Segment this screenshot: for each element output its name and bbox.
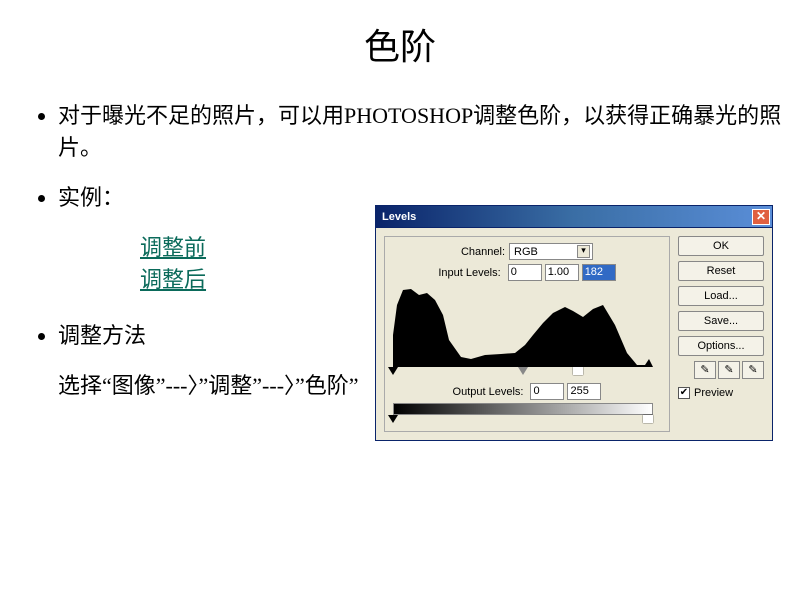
ok-button[interactable]: OK [678,236,764,256]
white-eyedropper-icon[interactable]: ✎ [742,361,764,379]
input-level-low[interactable]: 0 [508,264,542,281]
levels-dialog: Levels ✕ Channel: RGB ▾ Input Levels: 0 … [375,205,773,441]
output-level-high[interactable]: 255 [567,383,601,400]
black-eyedropper-icon[interactable]: ✎ [694,361,716,379]
slider-black-icon[interactable] [388,367,398,375]
out-slider-white-icon[interactable] [643,415,653,423]
input-slider[interactable] [393,367,653,375]
link-before[interactable]: 调整前 [140,235,206,260]
output-levels-label: Output Levels: [453,386,524,398]
histogram-svg [393,285,653,367]
dialog-title: Levels [382,211,752,223]
input-level-mid[interactable]: 1.00 [545,264,579,281]
output-slider[interactable] [393,415,653,423]
gray-eyedropper-icon[interactable]: ✎ [718,361,740,379]
preview-label: Preview [694,387,733,399]
chevron-down-icon[interactable]: ▾ [577,245,590,258]
input-levels-label: Input Levels: [438,267,500,279]
output-level-low[interactable]: 0 [530,383,564,400]
histogram [393,285,653,367]
load-button[interactable]: Load... [678,286,764,306]
preview-checkbox[interactable]: ✔ [678,387,690,399]
dialog-titlebar[interactable]: Levels ✕ [375,205,773,227]
out-slider-black-icon[interactable] [388,415,398,423]
slide-title: 色阶 [0,0,800,70]
link-after[interactable]: 调整后 [140,267,206,292]
close-button[interactable]: ✕ [752,209,770,225]
channel-select[interactable]: RGB ▾ [509,243,593,260]
reset-button[interactable]: Reset [678,261,764,281]
slider-white-icon[interactable] [573,367,583,375]
options-button[interactable]: Options... [678,336,764,356]
channel-value: RGB [514,246,538,258]
slider-gray-icon[interactable] [518,367,528,375]
output-gradient[interactable] [393,403,653,415]
bullet-intro: 对于曝光不足的照片，可以用PHOTOSHOP调整色阶，以获得正确暴光的照片。 [58,98,800,162]
save-button[interactable]: Save... [678,311,764,331]
input-level-high[interactable]: 182 [582,264,616,281]
channel-label: Channel: [461,246,505,258]
